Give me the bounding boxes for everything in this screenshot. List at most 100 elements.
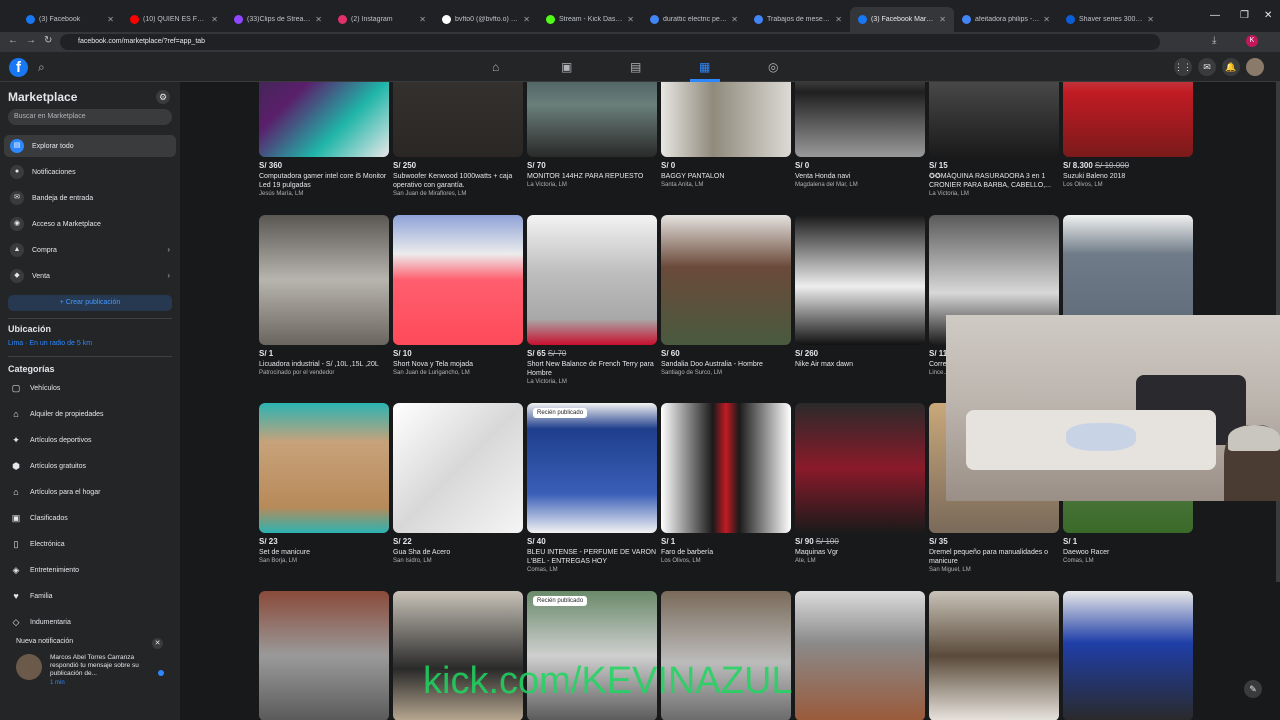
browser-tab[interactable]: durattic electric perfume ✕ bbox=[642, 7, 746, 32]
back-icon[interactable]: ← bbox=[8, 35, 18, 46]
search-input[interactable]: Buscar en Marketplace bbox=[8, 109, 172, 125]
gaming-icon[interactable]: ◎ bbox=[768, 60, 778, 74]
messenger-icon[interactable]: ✉ bbox=[1198, 58, 1216, 76]
listing-card[interactable]: S/ 23 Set de manicure San Borja, LM bbox=[259, 403, 389, 564]
avatar[interactable] bbox=[1246, 58, 1264, 76]
listing-image[interactable] bbox=[1063, 591, 1193, 720]
close-tab-icon[interactable]: ✕ bbox=[731, 15, 738, 24]
notification-popup[interactable]: Nueva notificación ✕ Marcos Abel Torres … bbox=[8, 634, 168, 714]
listing-image[interactable] bbox=[795, 215, 925, 345]
listing-card[interactable]: S/ 60 Sandalia Doo Australia - Hombre Sant… bbox=[661, 215, 791, 376]
listing-card[interactable]: S/ 10 Short Nova y Tela mojada San Juan de… bbox=[393, 215, 523, 376]
search-icon[interactable]: ⌕ bbox=[38, 60, 45, 75]
listing-image[interactable] bbox=[393, 403, 523, 533]
sidebar-item[interactable]: ● Notificaciones bbox=[4, 161, 176, 183]
listing-image[interactable] bbox=[527, 82, 657, 157]
browser-tab[interactable]: bvfto0 (@bvfto.o) | TikTok ✕ bbox=[434, 7, 538, 32]
listing-card[interactable]: S/ 0 BAGGY PANTALON Santa Anita, LM bbox=[661, 82, 791, 188]
listing-card[interactable]: S/ 250 Subwoofer Kenwood 1000watts + caja… bbox=[393, 82, 523, 197]
browser-tab[interactable]: Stream - Kick Dashboard✕ bbox=[538, 7, 642, 32]
listing-card[interactable]: S/ 70 MONITOR 144HZ PARA REPUESTO La Victo… bbox=[527, 82, 657, 188]
listing-card[interactable]: S/ 260 Nike Air max dawn bbox=[795, 215, 925, 370]
reload-icon[interactable]: ↻ bbox=[44, 35, 52, 46]
watch-icon[interactable]: ▣ bbox=[561, 60, 572, 74]
listing-card[interactable]: S/ 1 Licuadora industrial - S/ ,10L ,15L … bbox=[259, 215, 389, 376]
close-tab-icon[interactable]: ✕ bbox=[939, 15, 946, 24]
close-tab-icon[interactable]: ✕ bbox=[523, 15, 530, 24]
browser-tab[interactable]: (33)Clips de Streamers O ✕ bbox=[226, 7, 330, 32]
category-item[interactable]: ⬢ Artículos gratuitos bbox=[4, 455, 176, 477]
profile-icon[interactable]: K bbox=[1246, 35, 1258, 47]
listing-image[interactable] bbox=[795, 403, 925, 533]
maximize-icon[interactable]: ❐ bbox=[1240, 10, 1249, 21]
listing-image[interactable] bbox=[929, 82, 1059, 157]
listing-card[interactable]: S/ 0 Venta Honda navi Magdalena del Mar, L… bbox=[795, 82, 925, 188]
browser-tab[interactable]: Trabajos de mesero, Pág ✕ bbox=[746, 7, 850, 32]
close-window-icon[interactable]: ✕ bbox=[1264, 10, 1272, 21]
forward-icon[interactable]: → bbox=[26, 35, 36, 46]
close-icon[interactable]: ✕ bbox=[152, 638, 163, 649]
category-item[interactable]: ◈ Entretenimiento bbox=[4, 559, 176, 581]
sidebar-item[interactable]: ▤ Explorar todo bbox=[4, 135, 176, 157]
close-tab-icon[interactable]: ✕ bbox=[835, 15, 842, 24]
browser-tab[interactable]: afeitadora philips - Busca ✕ bbox=[954, 7, 1058, 32]
browser-tab[interactable]: (2) Instagram ✕ bbox=[330, 7, 434, 32]
category-item[interactable]: ⌂ Alquiler de propiedades bbox=[4, 403, 176, 425]
download-icon[interactable]: ⤓ bbox=[1212, 35, 1216, 46]
groups-icon[interactable]: ▤ bbox=[630, 60, 641, 74]
listing-card[interactable]: S/ 8.300 S/ 10.000 Suzuki Baleno 2018 Los O… bbox=[1063, 82, 1193, 188]
listing-image[interactable] bbox=[795, 82, 925, 157]
sidebar-item[interactable]: ✉ Bandeja de entrada bbox=[4, 187, 176, 209]
listing-image[interactable] bbox=[259, 403, 389, 533]
browser-tab[interactable]: Shaver series 3000 Afeita ✕ bbox=[1058, 7, 1162, 32]
listing-image[interactable] bbox=[661, 403, 791, 533]
category-item[interactable]: ▢ Vehículos bbox=[4, 377, 176, 399]
listing-image[interactable] bbox=[393, 82, 523, 157]
listing-image[interactable] bbox=[259, 591, 389, 720]
listing-card[interactable]: S/ 22 Gua Sha de Acero San Isidro, LM bbox=[393, 403, 523, 564]
sidebar-item[interactable]: ◉ Acceso a Marketplace bbox=[4, 213, 176, 235]
create-listing-button[interactable]: + Crear publicación bbox=[8, 295, 172, 311]
browser-tab[interactable]: (3) Facebook Marketplac ✕ bbox=[850, 7, 954, 32]
gear-icon[interactable]: ⚙ bbox=[156, 90, 170, 104]
close-tab-icon[interactable]: ✕ bbox=[1147, 15, 1154, 24]
sidebar-item[interactable]: ◆ Venta › bbox=[4, 265, 176, 287]
location-value[interactable]: Lima · En un radio de 5 km bbox=[8, 340, 92, 347]
listing-card[interactable]: S/ 90 S/ 100 Maquinas Vgr Ate, LM bbox=[795, 403, 925, 564]
home-icon[interactable]: ⌂ bbox=[492, 60, 499, 74]
menu-grid-icon[interactable]: ⋮⋮ bbox=[1174, 58, 1192, 76]
facebook-logo[interactable]: f bbox=[9, 58, 28, 77]
category-item[interactable]: ✦ Artículos deportivos bbox=[4, 429, 176, 451]
listing-image[interactable] bbox=[661, 215, 791, 345]
notifications-icon[interactable]: 🔔 bbox=[1222, 58, 1240, 76]
close-tab-icon[interactable]: ✕ bbox=[419, 15, 426, 24]
listing-image[interactable] bbox=[929, 591, 1059, 720]
close-tab-icon[interactable]: ✕ bbox=[315, 15, 322, 24]
category-item[interactable]: ♥ Familia bbox=[4, 585, 176, 607]
minimize-icon[interactable]: — bbox=[1210, 10, 1220, 21]
category-item[interactable]: ⌂ Artículos para el hogar bbox=[4, 481, 176, 503]
listing-image[interactable] bbox=[1063, 82, 1193, 157]
listing-image[interactable] bbox=[259, 215, 389, 345]
category-item[interactable]: ▣ Clasificados bbox=[4, 507, 176, 529]
listing-card[interactable]: Recién publicado S/ 40 BLEU INTENSE - PERF… bbox=[527, 403, 657, 573]
browser-tab[interactable]: (10) QUIEN ES FUZOT QU ✕ bbox=[122, 7, 226, 32]
listing-card[interactable] bbox=[929, 591, 1059, 720]
close-tab-icon[interactable]: ✕ bbox=[627, 15, 634, 24]
sidebar-item[interactable]: ▲ Compra › bbox=[4, 239, 176, 261]
close-tab-icon[interactable]: ✕ bbox=[211, 15, 218, 24]
listing-card[interactable]: S/ 1 Faro de barbería Los Olivos, LM bbox=[661, 403, 791, 564]
listing-card[interactable] bbox=[1063, 591, 1193, 720]
listing-card[interactable]: S/ 65 S/ 70 Short New Balance de French Te… bbox=[527, 215, 657, 385]
browser-tab[interactable]: (3) Facebook ✕ bbox=[18, 7, 122, 32]
category-item[interactable]: ▯ Electrónica bbox=[4, 533, 176, 555]
listing-image[interactable]: Recién publicado bbox=[527, 403, 657, 533]
listing-image[interactable] bbox=[661, 82, 791, 157]
category-item[interactable]: ◇ Indumentaria bbox=[4, 611, 176, 633]
listing-card[interactable]: S/ 360 Computadora gamer intel core i5 Mo… bbox=[259, 82, 389, 197]
listing-image[interactable] bbox=[259, 82, 389, 157]
listing-image[interactable] bbox=[393, 215, 523, 345]
close-tab-icon[interactable]: ✕ bbox=[107, 15, 114, 24]
listing-image[interactable] bbox=[795, 591, 925, 720]
close-tab-icon[interactable]: ✕ bbox=[1043, 15, 1050, 24]
